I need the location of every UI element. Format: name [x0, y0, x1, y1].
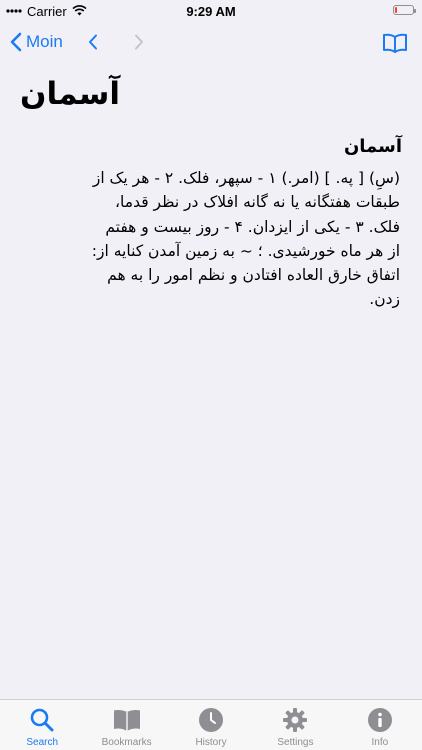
back-button-label: Moin	[26, 32, 63, 51]
tab-settings-label: Settings	[277, 737, 314, 748]
navigation-bar: Moin	[0, 22, 422, 66]
definition-line: طبقات هفتگانه یا نه گانه افلاک در نظر قد…	[115, 193, 400, 212]
chevron-right-icon	[134, 34, 144, 54]
previous-entry-button[interactable]	[88, 34, 98, 54]
settings-icon	[282, 706, 308, 734]
chevron-left-icon	[10, 32, 22, 52]
tab-bar: Search Bookmarks History Settings Info	[0, 699, 422, 750]
definition-line: (سِ) [ په. ] (امر.) ۱ - سپهر، فلک. ۲ - ه…	[92, 169, 400, 187]
tab-bookmarks[interactable]: Bookmarks	[84, 700, 168, 750]
definition-line: فلک. ۳ - یکی از ایزدان. ۴ - روز بیست و ه…	[105, 217, 400, 236]
entry-title: آسمان	[343, 136, 402, 157]
battery-icon	[393, 5, 416, 15]
book-icon	[382, 33, 408, 57]
status-time: 9:29 AM	[186, 4, 236, 19]
tab-history-label: History	[195, 737, 227, 748]
bookmarks-icon	[112, 706, 142, 734]
history-icon	[198, 706, 224, 734]
tab-search[interactable]: Search	[0, 700, 84, 750]
chevron-left-icon	[88, 34, 98, 54]
definition-line: زدن.	[369, 290, 400, 309]
definition-line: اتفاق خارق العاده افتادن و نظم امور را ب…	[107, 266, 400, 285]
tab-history[interactable]: History	[169, 700, 253, 750]
tab-search-label: Search	[26, 737, 59, 748]
back-button[interactable]: Moin	[10, 32, 63, 52]
search-icon	[29, 706, 55, 734]
definition-text: (سِ) [ په. ] (امر.) ۱ - سپهر، فلک. ۲ - ه…	[22, 166, 400, 312]
tab-bookmarks-label: Bookmarks	[101, 737, 152, 748]
status-bar: Carrier 9:29 AM	[0, 0, 422, 22]
headword-title: آسمان	[20, 76, 120, 112]
definition-line: از هر ماه خورشیدی. ؛ ~ به زمین آمدن کنای…	[91, 241, 400, 260]
tab-info-label: Info	[371, 737, 389, 748]
tab-info[interactable]: Info	[338, 700, 422, 750]
open-book-button[interactable]	[382, 33, 408, 57]
info-icon	[367, 706, 393, 734]
tab-settings[interactable]: Settings	[253, 700, 337, 750]
next-entry-button[interactable]	[134, 34, 144, 54]
